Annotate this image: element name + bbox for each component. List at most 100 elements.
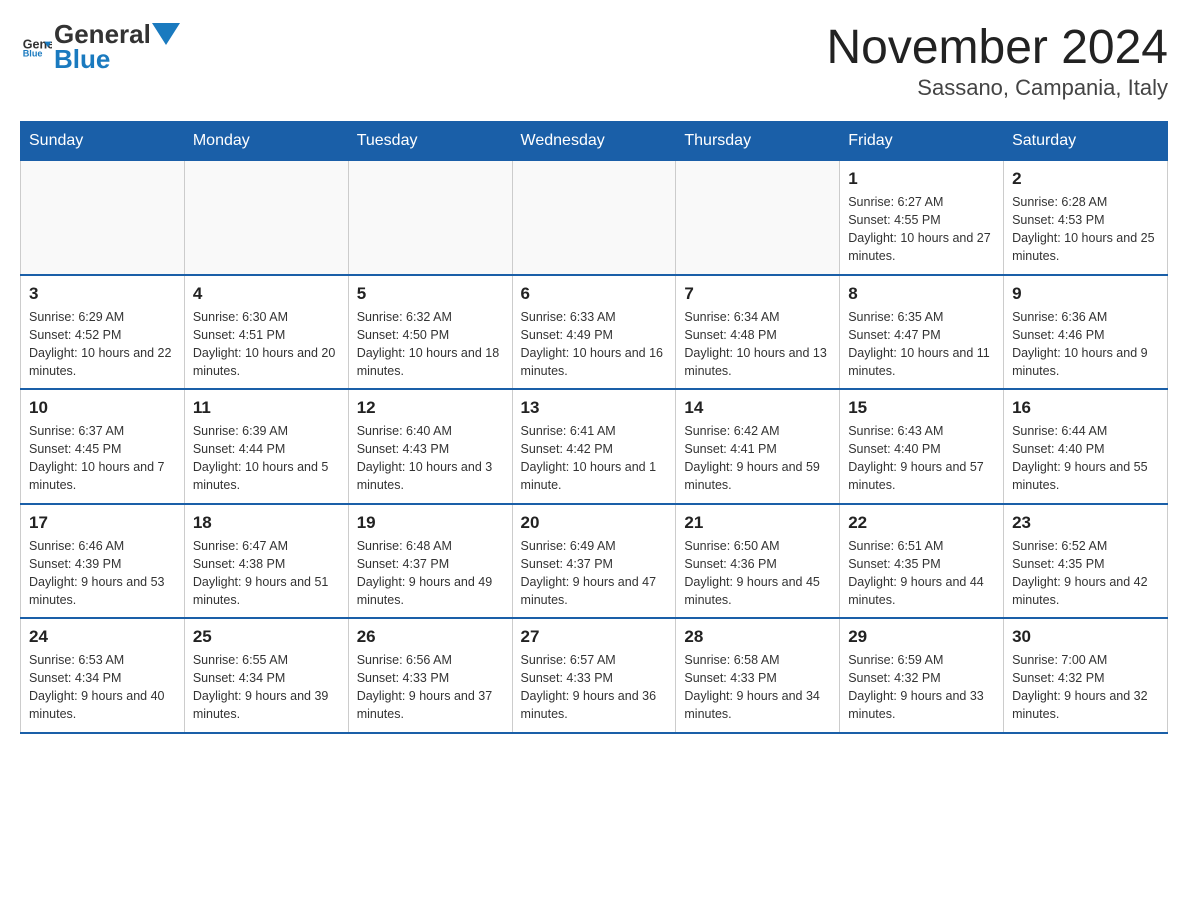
day-number: 20 xyxy=(521,513,668,533)
day-number: 28 xyxy=(684,627,831,647)
table-cell: 8Sunrise: 6:35 AMSunset: 4:47 PMDaylight… xyxy=(840,275,1004,390)
day-number: 6 xyxy=(521,284,668,304)
day-info: Sunrise: 6:42 AMSunset: 4:41 PMDaylight:… xyxy=(684,422,831,495)
day-number: 14 xyxy=(684,398,831,418)
day-info: Sunrise: 6:56 AMSunset: 4:33 PMDaylight:… xyxy=(357,651,504,724)
day-number: 15 xyxy=(848,398,995,418)
day-number: 1 xyxy=(848,169,995,189)
day-info: Sunrise: 6:29 AMSunset: 4:52 PMDaylight:… xyxy=(29,308,176,381)
day-number: 18 xyxy=(193,513,340,533)
table-cell: 27 Sunrise: 6:57 AMSunset: 4:33 PMDayligh… xyxy=(512,618,676,733)
week-row-5: 24Sunrise: 6:53 AMSunset: 4:34 PMDayligh… xyxy=(21,618,1168,733)
table-cell: 21Sunrise: 6:50 AMSunset: 4:36 PMDayligh… xyxy=(676,504,840,619)
day-number: 29 xyxy=(848,627,995,647)
day-info: Sunrise: 6:40 AMSunset: 4:43 PMDaylight:… xyxy=(357,422,504,495)
table-cell: 26 Sunrise: 6:56 AMSunset: 4:33 PMDayligh… xyxy=(348,618,512,733)
svg-text:Blue: Blue xyxy=(23,48,43,57)
table-cell xyxy=(348,161,512,275)
calendar-table: SundayMondayTuesdayWednesdayThursdayFrid… xyxy=(20,121,1168,734)
week-row-4: 17Sunrise: 6:46 AMSunset: 4:39 PMDayligh… xyxy=(21,504,1168,619)
table-cell: 11Sunrise: 6:39 AMSunset: 4:44 PMDayligh… xyxy=(184,389,348,504)
table-cell: 1Sunrise: 6:27 AMSunset: 4:55 PMDaylight… xyxy=(840,161,1004,275)
table-cell: 19 Sunrise: 6:48 AMSunset: 4:37 PMDayligh… xyxy=(348,504,512,619)
day-number: 4 xyxy=(193,284,340,304)
day-number: 10 xyxy=(29,398,176,418)
day-number: 27 xyxy=(521,627,668,647)
day-number: 2 xyxy=(1012,169,1159,189)
day-number: 13 xyxy=(521,398,668,418)
table-cell: 25Sunrise: 6:55 AMSunset: 4:34 PMDayligh… xyxy=(184,618,348,733)
day-info: Sunrise: 6:57 AMSunset: 4:33 PMDaylight:… xyxy=(521,651,668,724)
day-info: Sunrise: 6:44 AMSunset: 4:40 PMDaylight:… xyxy=(1012,422,1159,495)
day-number: 22 xyxy=(848,513,995,533)
table-cell: 7Sunrise: 6:34 AMSunset: 4:48 PMDaylight… xyxy=(676,275,840,390)
day-number: 16 xyxy=(1012,398,1159,418)
table-cell: 5 Sunrise: 6:32 AMSunset: 4:50 PMDaylight… xyxy=(348,275,512,390)
logo-icon: General Blue xyxy=(22,37,52,57)
calendar-header: SundayMondayTuesdayWednesdayThursdayFrid… xyxy=(21,122,1168,161)
day-info: Sunrise: 6:32 AMSunset: 4:50 PMDaylight:… xyxy=(357,308,504,381)
week-row-3: 10 Sunrise: 6:37 AMSunset: 4:45 PMDayligh… xyxy=(21,389,1168,504)
table-cell: 13 Sunrise: 6:41 AMSunset: 4:42 PMDayligh… xyxy=(512,389,676,504)
day-info: Sunrise: 6:43 AMSunset: 4:40 PMDaylight:… xyxy=(848,422,995,495)
day-info: Sunrise: 6:52 AMSunset: 4:35 PMDaylight:… xyxy=(1012,537,1159,610)
header-sunday: Sunday xyxy=(21,122,185,161)
calendar-body: 1Sunrise: 6:27 AMSunset: 4:55 PMDaylight… xyxy=(21,161,1168,733)
day-info: Sunrise: 6:48 AMSunset: 4:37 PMDaylight:… xyxy=(357,537,504,610)
table-cell: 4 Sunrise: 6:30 AMSunset: 4:51 PMDaylight… xyxy=(184,275,348,390)
table-cell: 24Sunrise: 6:53 AMSunset: 4:34 PMDayligh… xyxy=(21,618,185,733)
header-friday: Friday xyxy=(840,122,1004,161)
table-cell xyxy=(21,161,185,275)
day-number: 12 xyxy=(357,398,504,418)
table-cell: 20 Sunrise: 6:49 AMSunset: 4:37 PMDayligh… xyxy=(512,504,676,619)
table-cell xyxy=(184,161,348,275)
header-saturday: Saturday xyxy=(1004,122,1168,161)
table-cell: 10 Sunrise: 6:37 AMSunset: 4:45 PMDayligh… xyxy=(21,389,185,504)
day-info: Sunrise: 6:47 AMSunset: 4:38 PMDaylight:… xyxy=(193,537,340,610)
day-number: 25 xyxy=(193,627,340,647)
day-number: 30 xyxy=(1012,627,1159,647)
day-info: Sunrise: 6:50 AMSunset: 4:36 PMDaylight:… xyxy=(684,537,831,610)
table-cell: 29 Sunrise: 6:59 AMSunset: 4:32 PMDayligh… xyxy=(840,618,1004,733)
day-number: 26 xyxy=(357,627,504,647)
day-info: Sunrise: 6:33 AMSunset: 4:49 PMDaylight:… xyxy=(521,308,668,381)
day-info: Sunrise: 6:49 AMSunset: 4:37 PMDaylight:… xyxy=(521,537,668,610)
header-wednesday: Wednesday xyxy=(512,122,676,161)
day-info: Sunrise: 6:30 AMSunset: 4:51 PMDaylight:… xyxy=(193,308,340,381)
day-number: 5 xyxy=(357,284,504,304)
table-cell: 2 Sunrise: 6:28 AMSunset: 4:53 PMDaylight… xyxy=(1004,161,1168,275)
day-info: Sunrise: 6:53 AMSunset: 4:34 PMDaylight:… xyxy=(29,651,176,724)
header-tuesday: Tuesday xyxy=(348,122,512,161)
table-cell: 9Sunrise: 6:36 AMSunset: 4:46 PMDaylight… xyxy=(1004,275,1168,390)
table-cell: 22 Sunrise: 6:51 AMSunset: 4:35 PMDayligh… xyxy=(840,504,1004,619)
day-info: Sunrise: 6:39 AMSunset: 4:44 PMDaylight:… xyxy=(193,422,340,495)
table-cell: 12 Sunrise: 6:40 AMSunset: 4:43 PMDayligh… xyxy=(348,389,512,504)
day-number: 7 xyxy=(684,284,831,304)
day-info: Sunrise: 6:58 AMSunset: 4:33 PMDaylight:… xyxy=(684,651,831,724)
day-number: 9 xyxy=(1012,284,1159,304)
day-info: Sunrise: 6:37 AMSunset: 4:45 PMDaylight:… xyxy=(29,422,176,495)
table-cell: 3 Sunrise: 6:29 AMSunset: 4:52 PMDaylight… xyxy=(21,275,185,390)
day-number: 23 xyxy=(1012,513,1159,533)
table-cell: 18 Sunrise: 6:47 AMSunset: 4:38 PMDayligh… xyxy=(184,504,348,619)
page-header: General Blue General Blue November 2024 … xyxy=(20,20,1168,101)
day-info: Sunrise: 6:41 AMSunset: 4:42 PMDaylight:… xyxy=(521,422,668,495)
table-cell: 17Sunrise: 6:46 AMSunset: 4:39 PMDayligh… xyxy=(21,504,185,619)
day-number: 19 xyxy=(357,513,504,533)
days-of-week-row: SundayMondayTuesdayWednesdayThursdayFrid… xyxy=(21,122,1168,161)
calendar-title: November 2024 xyxy=(826,20,1168,75)
logo-triangle-icon xyxy=(152,23,180,45)
day-number: 17 xyxy=(29,513,176,533)
day-info: Sunrise: 6:59 AMSunset: 4:32 PMDaylight:… xyxy=(848,651,995,724)
logo: General Blue General Blue xyxy=(20,20,181,73)
table-cell xyxy=(676,161,840,275)
day-number: 8 xyxy=(848,284,995,304)
day-number: 3 xyxy=(29,284,176,304)
calendar-title-block: November 2024 Sassano, Campania, Italy xyxy=(826,20,1168,101)
header-monday: Monday xyxy=(184,122,348,161)
table-cell xyxy=(512,161,676,275)
day-info: Sunrise: 6:51 AMSunset: 4:35 PMDaylight:… xyxy=(848,537,995,610)
table-cell: 16 Sunrise: 6:44 AMSunset: 4:40 PMDayligh… xyxy=(1004,389,1168,504)
day-info: Sunrise: 6:28 AMSunset: 4:53 PMDaylight:… xyxy=(1012,193,1159,266)
week-row-1: 1Sunrise: 6:27 AMSunset: 4:55 PMDaylight… xyxy=(21,161,1168,275)
